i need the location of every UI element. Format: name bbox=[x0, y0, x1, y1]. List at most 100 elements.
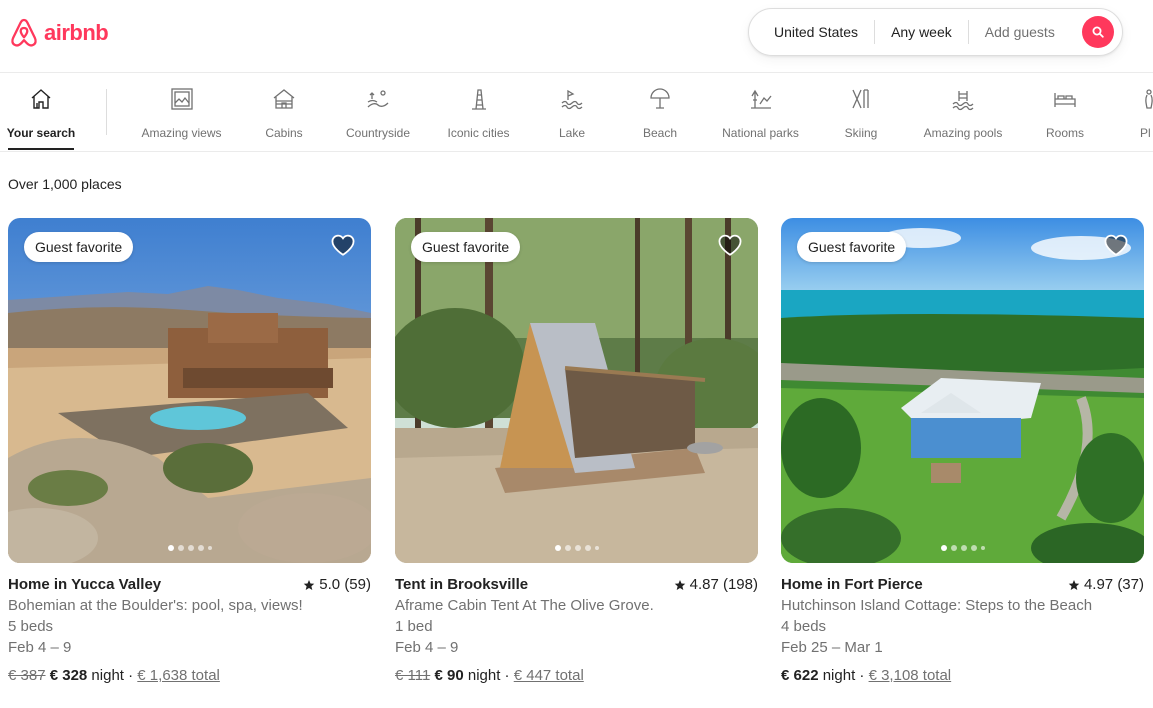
listing-dates: Feb 4 – 9 bbox=[8, 639, 72, 656]
original-price: € 387 bbox=[8, 667, 46, 684]
rating-value: 4.87 (198) bbox=[689, 576, 758, 593]
listing-photo[interactable]: Guest favorite bbox=[781, 218, 1144, 563]
dot[interactable] bbox=[584, 545, 591, 551]
category-lake[interactable]: Lake bbox=[558, 86, 586, 150]
listing-title: Home in Fort Pierce bbox=[781, 576, 923, 593]
category-your-search[interactable]: Your search bbox=[6, 86, 76, 150]
category-separator bbox=[106, 89, 107, 135]
airbnb-logo[interactable]: airbnb bbox=[8, 17, 109, 49]
bowling-icon bbox=[1140, 86, 1153, 112]
category-amazing-pools[interactable]: Amazing pools bbox=[921, 86, 1005, 150]
dot[interactable] bbox=[970, 545, 977, 551]
total-price-link[interactable]: € 447 total bbox=[514, 667, 584, 684]
category-bar: Your search Amazing views Cabins Country… bbox=[0, 74, 1153, 152]
listing-price: € 622 night · € 3,108 total bbox=[781, 667, 1144, 684]
guest-favorite-badge: Guest favorite bbox=[24, 232, 134, 262]
rating-value: 5.0 (59) bbox=[319, 576, 371, 593]
dot[interactable] bbox=[960, 545, 967, 551]
dot[interactable] bbox=[594, 546, 599, 550]
lake-icon bbox=[559, 86, 585, 112]
category-label: Your search bbox=[6, 126, 76, 140]
category-partial[interactable]: Pl bbox=[1140, 86, 1153, 150]
listing-rating: 4.87 (198) bbox=[674, 576, 758, 593]
total-price-link[interactable]: € 1,638 total bbox=[137, 667, 220, 684]
listing-dates: Feb 4 – 9 bbox=[395, 639, 459, 656]
price-unit: night · bbox=[818, 667, 869, 684]
listing-title: Tent in Brooksville bbox=[395, 576, 529, 593]
search-dates[interactable]: Any week bbox=[875, 24, 968, 40]
dot[interactable] bbox=[207, 546, 212, 550]
search-bar[interactable]: United States Any week Add guests bbox=[748, 8, 1123, 56]
photo-pagination[interactable] bbox=[940, 545, 985, 551]
category-label: Skiing bbox=[844, 126, 878, 140]
listing-dates: Feb 25 – Mar 1 bbox=[781, 639, 883, 656]
results-count: Over 1,000 places bbox=[8, 176, 122, 192]
listing-beds: 5 beds bbox=[8, 618, 54, 635]
category-label: Lake bbox=[558, 126, 586, 140]
dot[interactable] bbox=[950, 545, 957, 551]
category-label: Cabins bbox=[265, 126, 303, 140]
price-unit: night · bbox=[87, 667, 138, 684]
search-icon bbox=[1092, 26, 1104, 38]
airbnb-logo-icon bbox=[11, 18, 37, 47]
photo-pagination[interactable] bbox=[167, 545, 212, 551]
category-rooms[interactable]: Rooms bbox=[1045, 86, 1085, 150]
category-label: Beach bbox=[642, 126, 678, 140]
cabin-icon bbox=[271, 86, 297, 112]
category-label: Rooms bbox=[1045, 126, 1084, 140]
dot[interactable] bbox=[554, 545, 561, 551]
dot[interactable] bbox=[980, 546, 985, 550]
skiing-icon bbox=[848, 86, 874, 112]
listing-card[interactable]: Guest favorite Home in Yucca Valley 5.0 … bbox=[8, 218, 371, 684]
dot[interactable] bbox=[187, 545, 194, 551]
category-countryside[interactable]: Countryside bbox=[343, 86, 413, 150]
heart-icon[interactable] bbox=[330, 232, 356, 258]
listing-photo[interactable]: Guest favorite bbox=[8, 218, 371, 563]
listing-title: Home in Yucca Valley bbox=[8, 576, 162, 593]
listing-price: € 111 € 90 night · € 447 total bbox=[395, 667, 758, 684]
total-price-link[interactable]: € 3,108 total bbox=[869, 667, 952, 684]
star-icon bbox=[1068, 579, 1080, 590]
top-header: airbnb United States Any week Add guests bbox=[0, 0, 1153, 73]
heart-icon[interactable] bbox=[1103, 232, 1129, 258]
dot[interactable] bbox=[564, 545, 571, 551]
listing-photo[interactable]: Guest favorite bbox=[395, 218, 758, 563]
search-button[interactable] bbox=[1082, 16, 1114, 48]
listing-description: Bohemian at the Boulder's: pool, spa, vi… bbox=[8, 597, 303, 614]
dot[interactable] bbox=[940, 545, 947, 551]
listing-rating: 5.0 (59) bbox=[303, 576, 371, 593]
countryside-icon bbox=[365, 86, 391, 112]
category-beach[interactable]: Beach bbox=[642, 86, 678, 150]
category-cabins[interactable]: Cabins bbox=[264, 86, 304, 150]
category-label: Countryside bbox=[345, 126, 411, 140]
listing-beds: 4 beds bbox=[781, 618, 827, 635]
listing-photo-aframe-tent bbox=[395, 218, 758, 563]
listing-photo-island-cottage bbox=[781, 218, 1144, 563]
nightly-price: € 90 bbox=[434, 667, 464, 684]
listing-beds: 1 bed bbox=[395, 618, 433, 635]
guest-favorite-badge: Guest favorite bbox=[411, 232, 521, 262]
original-price: € 111 bbox=[395, 667, 431, 684]
dot[interactable] bbox=[574, 545, 581, 551]
guest-favorite-badge: Guest favorite bbox=[797, 232, 907, 262]
dot[interactable] bbox=[197, 545, 204, 551]
dot[interactable] bbox=[177, 545, 184, 551]
category-skiing[interactable]: Skiing bbox=[844, 86, 878, 150]
dot[interactable] bbox=[167, 545, 174, 551]
category-label: Amazing views bbox=[141, 126, 222, 140]
search-location[interactable]: United States bbox=[749, 24, 874, 40]
umbrella-icon bbox=[647, 86, 673, 112]
listing-photo-desert-house bbox=[8, 218, 371, 563]
star-icon bbox=[304, 579, 315, 590]
listing-card[interactable]: Guest favorite Home in Fort Pierce 4.97 … bbox=[781, 218, 1144, 684]
listing-rating: 4.97 (37) bbox=[1068, 576, 1144, 593]
search-guests[interactable]: Add guests bbox=[969, 24, 1071, 40]
heart-icon[interactable] bbox=[717, 232, 743, 258]
photo-pagination[interactable] bbox=[554, 545, 599, 551]
rating-value: 4.97 (37) bbox=[1083, 576, 1144, 593]
category-amazing-views[interactable]: Amazing views bbox=[139, 86, 224, 150]
star-icon bbox=[674, 579, 685, 590]
category-iconic-cities[interactable]: Iconic cities bbox=[445, 86, 512, 150]
category-national-parks[interactable]: National parks bbox=[720, 86, 801, 150]
listing-card[interactable]: Guest favorite Tent in Brooksville 4.87 … bbox=[395, 218, 758, 684]
